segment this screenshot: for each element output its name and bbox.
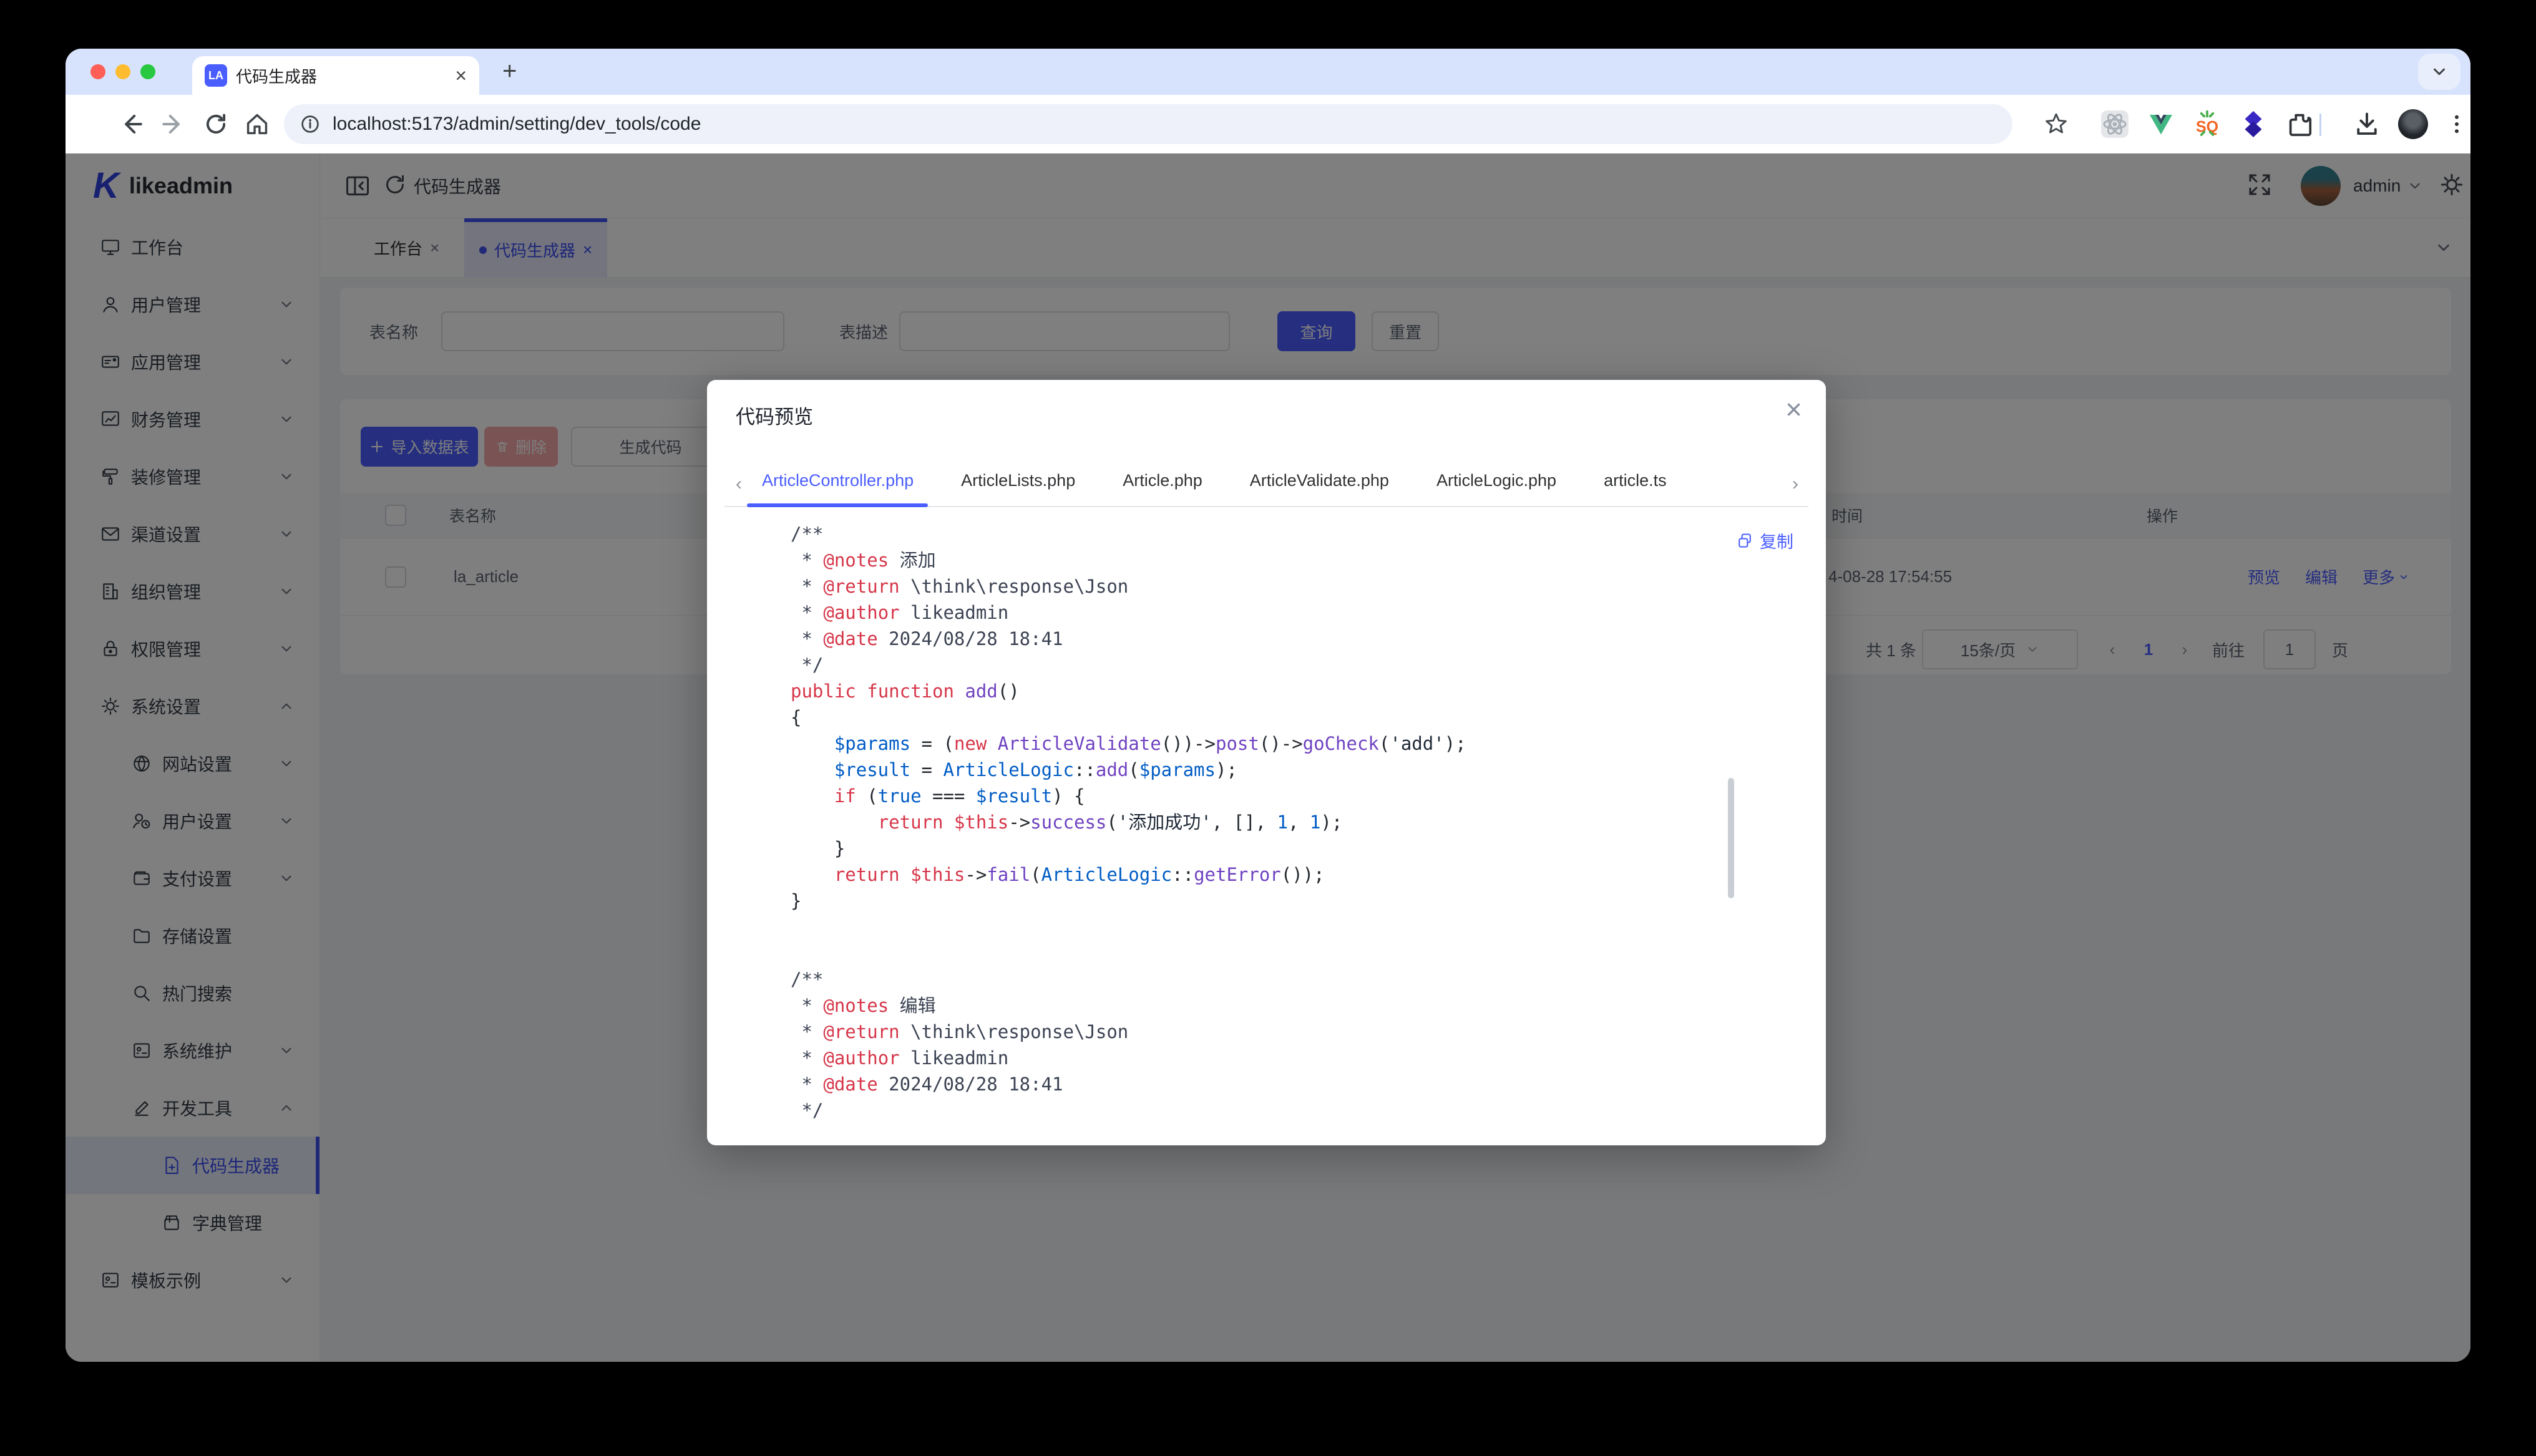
code-line: }	[791, 888, 1727, 914]
code-line: return $this->fail(ArticleLogic::getErro…	[791, 861, 1727, 888]
code-line	[791, 940, 1727, 966]
code-preview-modal: 代码预览 × ‹ ArticleController.php ArticleLis…	[707, 380, 1826, 1145]
zoom-window-button[interactable]	[140, 64, 155, 79]
browser-window: LA 代码生成器 × + loc	[66, 49, 2470, 1362]
file-tab-ArticleLogic.php[interactable]: ArticleLogic.php	[1436, 471, 1556, 490]
tabs-scroll-right-icon[interactable]: ›	[1792, 473, 1798, 495]
vue-devtools-extension-icon[interactable]	[2143, 109, 2178, 140]
modal-file-tabs: ArticleController.php ArticleLists.php Art…	[762, 471, 1667, 490]
code-line	[791, 914, 1727, 940]
url-text: localhost:5173/admin/setting/dev_tools/c…	[333, 114, 701, 135]
site-info-icon[interactable]	[299, 113, 321, 135]
home-icon[interactable]	[241, 109, 273, 140]
code-line: /**	[791, 521, 1727, 547]
react-devtools-extension-icon[interactable]	[2097, 109, 2132, 140]
bookmark-star-icon[interactable]	[2037, 109, 2075, 140]
code-block[interactable]: /** * @notes 添加 * @return \think\respons…	[791, 521, 1727, 1128]
code-line: $result = ArticleLogic::add($params);	[791, 757, 1727, 783]
code-line: * @author likeadmin	[791, 1045, 1727, 1071]
code-line: public function edit()	[791, 1124, 1727, 1128]
sq-extension-icon[interactable]: SQ	[2190, 109, 2225, 140]
svg-text:SQ: SQ	[2196, 119, 2218, 136]
browser-toolbar: localhost:5173/admin/setting/dev_tools/c…	[66, 95, 2470, 153]
file-tab-ArticleLists.php[interactable]: ArticleLists.php	[961, 471, 1075, 490]
active-tab-underline	[747, 503, 928, 507]
file-tab-ArticleController.php[interactable]: ArticleController.php	[762, 471, 914, 490]
toolbar-separator	[2319, 114, 2321, 136]
reload-icon[interactable]	[200, 109, 232, 140]
copy-label: 复制	[1760, 528, 1793, 553]
code-line: */	[791, 652, 1727, 678]
tab-search-chevron-icon[interactable]	[2418, 54, 2460, 90]
code-line: * @return \think\response\Json	[791, 1019, 1727, 1045]
downloads-icon[interactable]	[2349, 109, 2384, 140]
diamond-extension-icon[interactable]	[2236, 109, 2271, 140]
code-line: * @author likeadmin	[791, 599, 1727, 626]
tab-title: 代码生成器	[236, 64, 446, 87]
copy-button[interactable]: 复制	[1736, 528, 1793, 553]
close-window-button[interactable]	[90, 64, 105, 79]
url-bar[interactable]: localhost:5173/admin/setting/dev_tools/c…	[284, 104, 2012, 144]
forward-icon[interactable]	[158, 109, 189, 140]
modal-close-icon[interactable]: ×	[1785, 395, 1802, 424]
code-line: $params = (new ArticleValidate())->post(…	[791, 730, 1727, 757]
code-line: public function add()	[791, 678, 1727, 704]
code-line: * @date 2024/08/28 18:41	[791, 1071, 1727, 1097]
tabs-scroll-left-icon[interactable]: ‹	[736, 473, 742, 495]
tab-close-icon[interactable]: ×	[455, 66, 467, 85]
browser-menu-icon[interactable]	[2444, 109, 2469, 140]
screenshot-stage: LA 代码生成器 × + loc	[0, 0, 2536, 1456]
minimize-window-button[interactable]	[115, 64, 130, 79]
tab-favicon: LA	[205, 64, 227, 87]
browser-tab-strip: LA 代码生成器 × +	[66, 49, 2470, 95]
modal-title: 代码预览	[736, 401, 813, 429]
file-tab-article.ts[interactable]: article.ts	[1604, 471, 1667, 490]
copy-icon	[1736, 532, 1753, 550]
code-line: * @notes 编辑	[791, 993, 1727, 1019]
file-tab-Article.php[interactable]: Article.php	[1123, 471, 1202, 490]
code-line: return $this->success('添加成功', [], 1, 1);	[791, 809, 1727, 835]
traffic-lights	[90, 64, 155, 79]
file-tab-ArticleValidate.php[interactable]: ArticleValidate.php	[1250, 471, 1389, 490]
code-line: * @notes 添加	[791, 547, 1727, 573]
browser-tab[interactable]: LA 代码生成器 ×	[192, 56, 479, 95]
extensions-puzzle-icon[interactable]	[2282, 109, 2317, 140]
back-icon[interactable]	[115, 109, 147, 140]
code-line: /**	[791, 966, 1727, 993]
code-line: * @date 2024/08/28 18:41	[791, 626, 1727, 652]
code-line: */	[791, 1097, 1727, 1124]
code-line: }	[791, 835, 1727, 861]
new-tab-button[interactable]: +	[502, 57, 517, 85]
code-line: {	[791, 704, 1727, 730]
browser-profile-avatar[interactable]	[2396, 109, 2431, 140]
code-line: if (true === $result) {	[791, 783, 1727, 809]
code-line: * @return \think\response\Json	[791, 573, 1727, 599]
code-scrollbar-thumb[interactable]	[1728, 778, 1734, 898]
